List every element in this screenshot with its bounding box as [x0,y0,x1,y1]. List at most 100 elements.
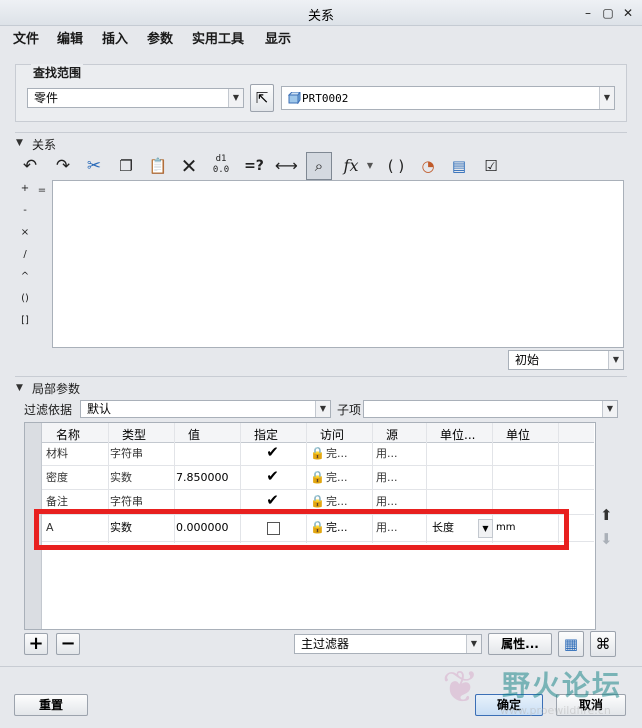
row-type: 实数 [110,471,132,484]
filter-value: 默认 [87,402,112,416]
row-source: 用... [376,471,398,484]
scope-type-value: 零件 [34,91,59,105]
op-power[interactable]: ^ [19,271,31,282]
sub-item-label: 子项 [337,403,362,417]
remove-parameter-button[interactable]: − [56,633,80,655]
row-type: 字符串 [110,447,143,460]
lock-icon: 🔒 [310,494,325,508]
relations-mode-select[interactable]: 初始 ▼ [508,350,624,370]
main-filter-select[interactable]: 主过滤器 ▼ [294,634,482,654]
undo-icon[interactable]: ↶ [19,154,41,178]
col-unit[interactable]: 单位 [506,426,530,443]
table-row[interactable]: 材料 字符串 ✔ 🔒 完... 用... [42,443,594,465]
restore-button[interactable]: ▢ [600,5,616,21]
col-source[interactable]: 源 [386,426,398,443]
op-equals[interactable]: = [36,185,48,196]
main-filter-value: 主过滤器 [301,637,350,651]
op-multiply[interactable]: × [19,227,31,238]
row-source: 用... [376,447,398,460]
highlight-box [34,509,569,550]
cursor-arrow-icon: ⇱ [255,89,269,107]
chevron-down-icon: ▼ [228,89,243,107]
menu-insert[interactable]: 插入 [102,28,128,47]
op-divide[interactable]: / [19,249,31,260]
verify-relations-icon[interactable]: ◔ [417,154,439,178]
model-value: PRT0002 [302,92,349,105]
row-access: 完... [326,471,348,484]
col-value[interactable]: 值 [188,426,200,443]
move-down-icon[interactable]: ⬇ [600,530,613,548]
designated-checkbox[interactable]: ✔ [266,493,279,508]
select-pointer-button[interactable]: ⇱ [250,84,274,112]
local-params-header: 局部参数 [32,382,81,396]
cut-icon[interactable]: ✂ [83,154,105,178]
chevron-down-icon: ▼ [608,351,623,369]
collapse-triangle-icon[interactable]: ▼ [16,383,23,393]
menu-file[interactable]: 文件 [13,28,39,47]
row-access: 完... [326,447,348,460]
op-brackets[interactable]: [] [19,315,31,326]
binoculars-icon[interactable]: ⌘ [590,631,616,657]
show-dimension-icon[interactable]: ⌕ [306,152,332,180]
menu-display[interactable]: 显示 [265,28,291,47]
move-up-icon[interactable]: ⬆ [600,506,613,524]
filter-select[interactable]: 默认 ▼ [80,400,331,418]
menu-bar: 文件 编辑 插入 参数 实用工具 显示 [0,26,642,48]
function-dropdown-icon[interactable]: ▼ [363,154,377,178]
row-name: 密度 [46,471,68,484]
add-parameter-button[interactable]: + [24,633,48,655]
relations-divider [15,132,627,133]
chevron-down-icon: ▼ [466,635,481,653]
col-name[interactable]: 名称 [56,426,80,443]
op-parentheses[interactable]: () [19,293,31,304]
redo-icon[interactable]: ↷ [52,154,74,178]
filter-label: 过滤依据 [24,403,73,417]
col-designated[interactable]: 指定 [254,426,278,443]
window-title: 关系 [307,9,334,24]
col-type[interactable]: 类型 [122,426,146,443]
close-button[interactable]: ✕ [620,5,636,21]
relations-mode-value: 初始 [515,353,540,367]
lock-icon: 🔒 [310,446,325,460]
cancel-button[interactable]: 取消 [556,694,626,716]
butterfly-logo-icon: ❦ [442,662,479,713]
scope-type-select[interactable]: 零件 ▼ [27,88,244,108]
op-minus[interactable]: - [19,205,31,216]
minimize-button[interactable]: – [580,5,596,21]
menu-parameters[interactable]: 参数 [147,28,173,47]
execute-icon[interactable]: ☑ [480,154,502,178]
reset-button[interactable]: 重置 [14,694,88,716]
sort-relations-icon[interactable]: ▤ [448,154,470,178]
collapse-triangle-icon[interactable]: ▼ [16,138,23,148]
switch-dimensions-icon[interactable]: d1 0.0 [210,154,232,178]
chevron-down-icon: ▼ [315,401,330,417]
copy-icon[interactable]: ❐ [115,154,137,178]
relations-editor[interactable] [52,180,624,348]
paste-icon[interactable]: 📋 [147,154,169,178]
col-access[interactable]: 访问 [320,426,344,443]
search-scope-header: 查找范围 [31,64,84,81]
table-row[interactable]: 密度 实数 7.850000 ✔ 🔒 完... 用... [42,467,594,489]
designated-checkbox[interactable]: ✔ [266,445,279,460]
ok-button[interactable]: 确定 [475,694,543,716]
row-value: 7.850000 [176,471,229,484]
measure-icon[interactable]: ⟷ [275,154,298,178]
local-params-divider [15,376,627,377]
evaluate-icon[interactable]: =? [243,154,265,178]
menu-edit[interactable]: 编辑 [57,28,83,47]
lock-icon: 🔒 [310,470,325,484]
delete-icon[interactable]: ✕ [178,154,200,178]
parentheses-icon[interactable]: ( ) [385,154,407,178]
col-unit-class[interactable]: 单位... [440,426,475,443]
menu-utilities[interactable]: 实用工具 [192,28,244,47]
function-icon[interactable]: fx [340,154,362,178]
table-icon[interactable]: ▦ [558,631,584,657]
designated-checkbox[interactable]: ✔ [266,469,279,484]
row-name: 材料 [46,447,68,460]
op-plus[interactable]: + [19,183,31,194]
relations-header: 关系 [32,138,57,152]
model-select[interactable]: PRT0002 ▼ [281,86,615,110]
chevron-down-icon: ▼ [599,87,614,109]
properties-button[interactable]: 属性... [488,633,552,655]
sub-item-select[interactable]: ▼ [363,400,618,418]
